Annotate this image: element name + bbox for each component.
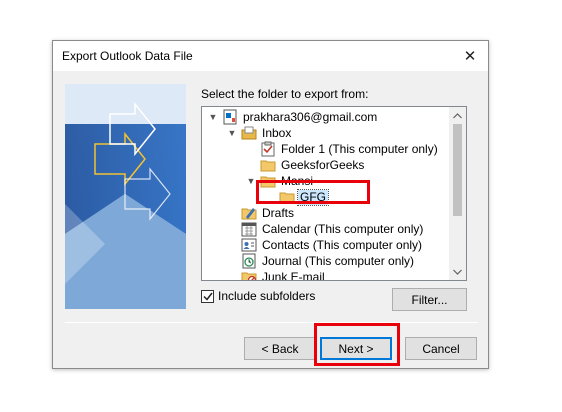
tree-item-label: Inbox [262, 125, 292, 140]
cancel-button[interactable]: Cancel [405, 337, 477, 360]
tree-item-label: Journal (This computer only) [262, 253, 415, 268]
data-file-icon [222, 109, 238, 125]
close-button[interactable]: ✕ [452, 41, 488, 71]
include-subfolders-label: Include subfolders [218, 289, 316, 303]
tree-item-calendar[interactable]: Calendar (This computer only) [241, 221, 425, 237]
junk-icon [241, 269, 257, 280]
folder-icon [260, 157, 276, 173]
highlight-box-next [314, 323, 400, 366]
tree-item-contacts[interactable]: Contacts (This computer only) [241, 237, 424, 253]
collapse-icon[interactable]: ▼ [207, 109, 219, 125]
tree-item-drafts[interactable]: Drafts [241, 205, 296, 221]
include-subfolders-checkbox[interactable] [201, 289, 214, 303]
back-button[interactable]: < Back [244, 337, 316, 360]
scroll-up-icon[interactable] [449, 107, 466, 124]
scroll-down-icon[interactable] [449, 263, 466, 280]
dialog-title: Export Outlook Data File [62, 49, 193, 63]
inbox-icon [241, 125, 257, 141]
tree-item-label: Calendar (This computer only) [262, 221, 424, 236]
highlight-box-gfg [256, 180, 370, 204]
tasks-folder-icon [260, 141, 276, 157]
tree-item-account[interactable]: ▼ prakhara306@gmail.com [207, 109, 379, 125]
filter-button[interactable]: Filter... [392, 288, 467, 311]
tree-item-folder1[interactable]: Folder 1 (This computer only) [260, 141, 440, 157]
tree-item-label: Contacts (This computer only) [262, 237, 423, 252]
tree-item-label: GeeksforGeeks [281, 157, 365, 172]
checkmark-icon [202, 292, 213, 301]
journal-icon [241, 253, 257, 269]
tree-item-label: prakhara306@gmail.com [243, 109, 378, 124]
tree-item-label: Drafts [262, 205, 295, 220]
tree-item-geeksforgeeks[interactable]: GeeksforGeeks [260, 157, 366, 173]
tree-item-junk[interactable]: Junk E-mail [241, 269, 327, 281]
title-bar: Export Outlook Data File ✕ [53, 41, 488, 71]
tree-scrollbar[interactable] [449, 107, 466, 280]
folder-prompt-label: Select the folder to export from: [201, 87, 369, 101]
drafts-icon [241, 205, 257, 221]
export-dialog: Export Outlook Data File ✕ Select the fo… [52, 40, 489, 369]
wizard-side-image [65, 84, 186, 309]
include-subfolders-option[interactable]: Include subfolders [201, 289, 315, 303]
calendar-icon [241, 221, 257, 237]
tree-item-inbox[interactable]: ▼ Inbox [226, 125, 293, 141]
collapse-icon[interactable]: ▼ [226, 125, 238, 141]
tree-item-label: Junk E-mail [262, 269, 325, 281]
contacts-icon [241, 237, 257, 253]
tree-item-label: Folder 1 (This computer only) [281, 141, 438, 156]
tree-item-journal[interactable]: Journal (This computer only) [241, 253, 416, 269]
close-icon: ✕ [463, 48, 477, 65]
scroll-thumb[interactable] [453, 124, 462, 216]
separator [65, 322, 478, 323]
